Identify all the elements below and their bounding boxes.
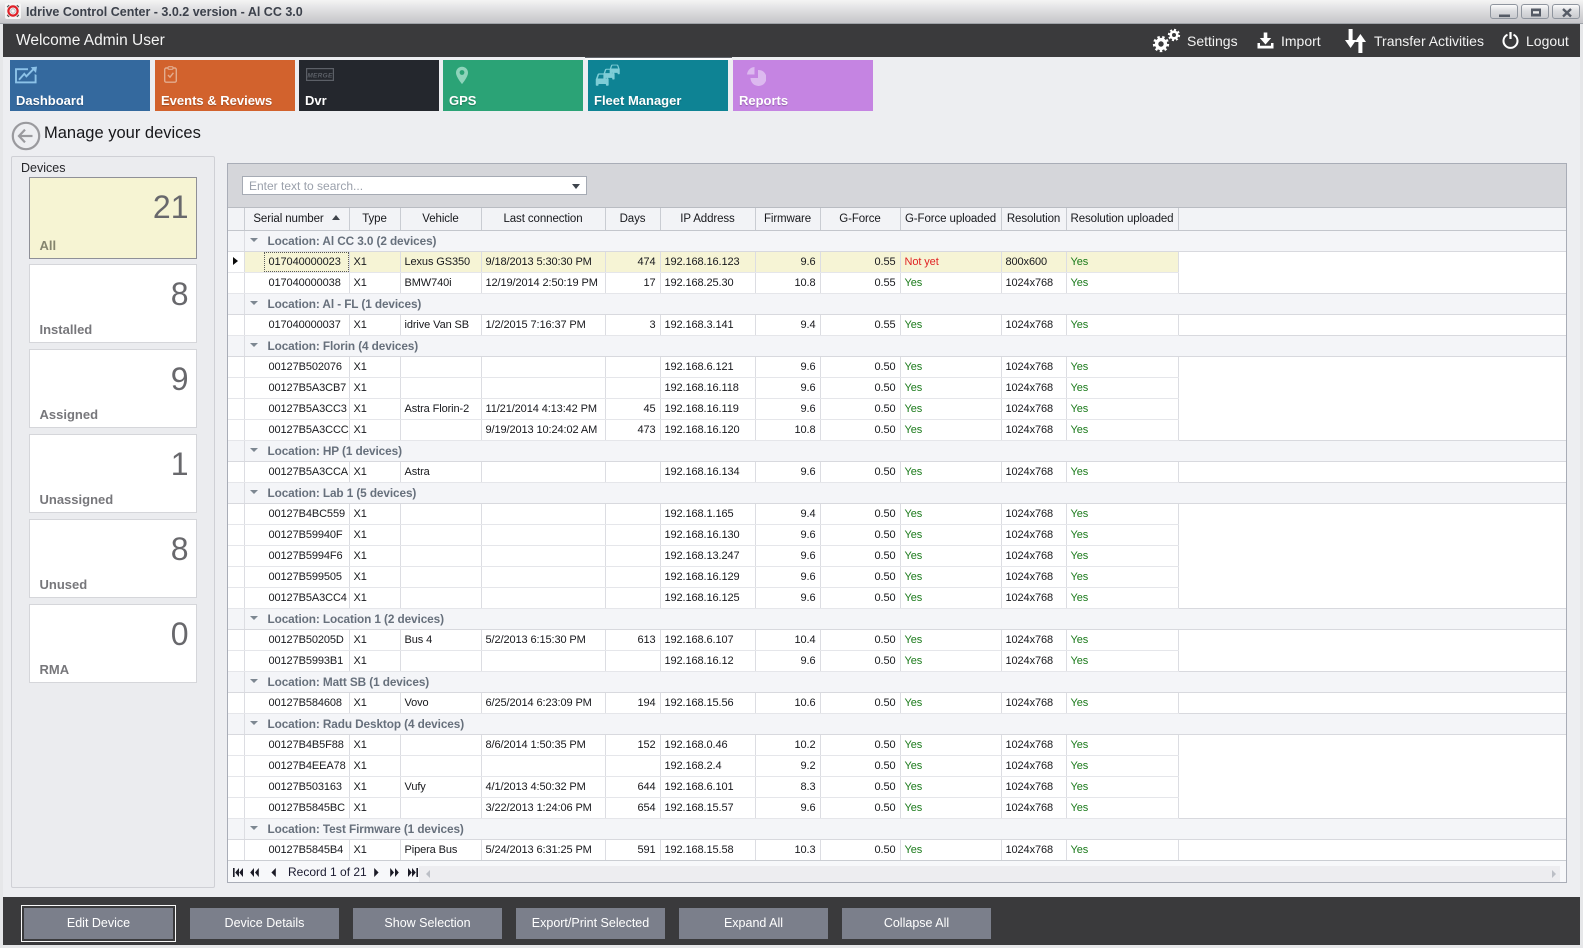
svg-text:MERGE: MERGE bbox=[307, 73, 333, 80]
